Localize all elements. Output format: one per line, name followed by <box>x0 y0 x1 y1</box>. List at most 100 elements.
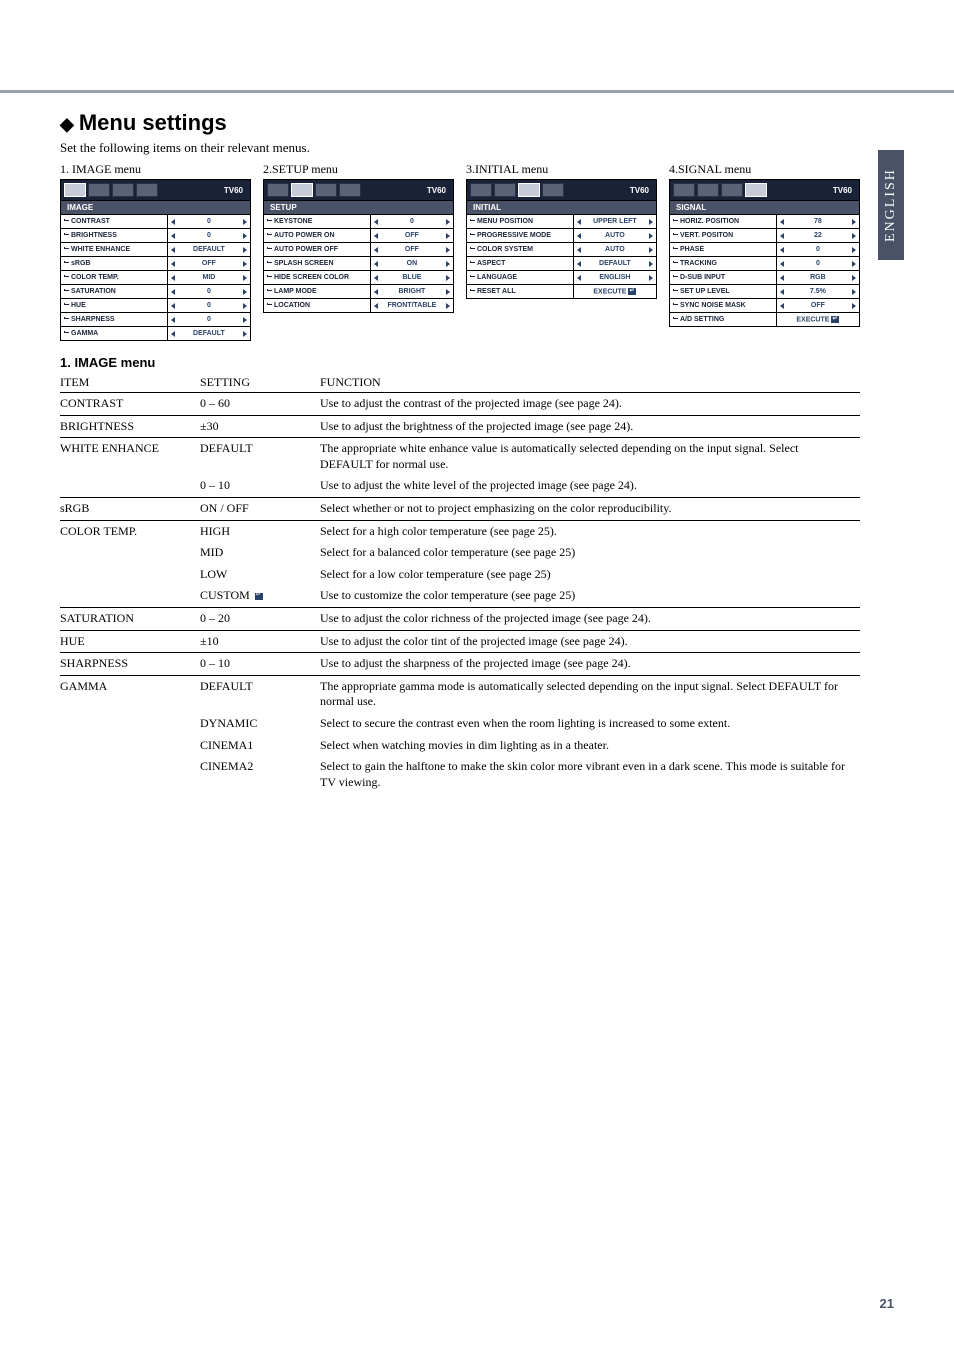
arrow-right-icon[interactable] <box>243 219 247 225</box>
osd-item[interactable]: COLOR TEMP.MID <box>61 270 250 284</box>
osd-item-value[interactable]: 0 <box>167 215 250 228</box>
arrow-right-icon[interactable] <box>243 317 247 323</box>
osd-item[interactable]: HORIZ. POSITION78 <box>670 214 859 228</box>
osd-item[interactable]: sRGBOFF <box>61 256 250 270</box>
osd-item[interactable]: SET UP LEVEL7.5% <box>670 284 859 298</box>
arrow-right-icon[interactable] <box>852 219 856 225</box>
osd-tab-icon[interactable] <box>697 183 719 197</box>
osd-tab-icon[interactable] <box>88 183 110 197</box>
osd-tab-icon[interactable] <box>136 183 158 197</box>
arrow-right-icon[interactable] <box>649 219 653 225</box>
arrow-right-icon[interactable] <box>446 247 450 253</box>
osd-tab-icon[interactable] <box>339 183 361 197</box>
osd-item[interactable]: PHASE0 <box>670 242 859 256</box>
osd-item-value[interactable]: ON <box>370 257 453 270</box>
osd-item[interactable]: PROGRESSIVE MODEAUTO <box>467 228 656 242</box>
osd-item-value[interactable]: 7.5% <box>776 285 859 298</box>
arrow-right-icon[interactable] <box>852 289 856 295</box>
osd-item-value[interactable]: 0 <box>167 299 250 312</box>
osd-item[interactable]: AUTO POWER OFFOFF <box>264 242 453 256</box>
osd-item-value[interactable]: 22 <box>776 229 859 242</box>
osd-item[interactable]: ASPECTDEFAULT <box>467 256 656 270</box>
osd-item-value[interactable]: BLUE <box>370 271 453 284</box>
osd-item[interactable]: SYNC NOISE MASKOFF <box>670 298 859 312</box>
arrow-right-icon[interactable] <box>446 289 450 295</box>
osd-item-value[interactable]: MID <box>167 271 250 284</box>
osd-item-value[interactable]: 0 <box>167 313 250 326</box>
osd-tab-icon[interactable] <box>470 183 492 197</box>
osd-tab-icon[interactable] <box>315 183 337 197</box>
osd-item-value[interactable]: AUTO <box>573 243 656 256</box>
osd-tab-icon[interactable] <box>112 183 134 197</box>
osd-tab-icon[interactable] <box>494 183 516 197</box>
osd-tab-icon[interactable] <box>542 183 564 197</box>
arrow-right-icon[interactable] <box>446 233 450 239</box>
arrow-right-icon[interactable] <box>852 275 856 281</box>
osd-item[interactable]: GAMMADEFAULT <box>61 326 250 340</box>
arrow-right-icon[interactable] <box>243 275 247 281</box>
osd-item-value[interactable]: 0 <box>167 229 250 242</box>
osd-item-value[interactable]: 0 <box>167 285 250 298</box>
osd-item-value[interactable]: AUTO <box>573 229 656 242</box>
osd-item[interactable]: D-SUB INPUTRGB <box>670 270 859 284</box>
arrow-right-icon[interactable] <box>243 303 247 309</box>
arrow-right-icon[interactable] <box>243 289 247 295</box>
osd-item[interactable]: COLOR SYSTEMAUTO <box>467 242 656 256</box>
osd-item-value[interactable]: DEFAULT <box>167 243 250 256</box>
osd-item[interactable]: HIDE SCREEN COLORBLUE <box>264 270 453 284</box>
osd-item-value[interactable]: EXECUTE <box>776 313 859 326</box>
arrow-right-icon[interactable] <box>852 261 856 267</box>
osd-item[interactable]: TRACKING0 <box>670 256 859 270</box>
osd-item-value[interactable]: DEFAULT <box>573 257 656 270</box>
osd-item-value[interactable]: ENGLISH <box>573 271 656 284</box>
arrow-right-icon[interactable] <box>243 233 247 239</box>
osd-item-value[interactable]: 78 <box>776 215 859 228</box>
osd-item-value[interactable]: UPPER LEFT <box>573 215 656 228</box>
osd-item[interactable]: SPLASH SCREENON <box>264 256 453 270</box>
arrow-right-icon[interactable] <box>649 275 653 281</box>
osd-item[interactable]: A/D SETTINGEXECUTE <box>670 312 859 326</box>
osd-tab-icon[interactable] <box>745 183 767 197</box>
osd-item-value[interactable]: 0 <box>370 215 453 228</box>
osd-item-value[interactable]: EXECUTE <box>573 285 656 298</box>
osd-item[interactable]: RESET ALLEXECUTE <box>467 284 656 298</box>
arrow-right-icon[interactable] <box>446 261 450 267</box>
osd-item-value[interactable]: OFF <box>370 243 453 256</box>
osd-item[interactable]: CONTRAST0 <box>61 214 250 228</box>
arrow-right-icon[interactable] <box>446 303 450 309</box>
osd-item-value[interactable]: 0 <box>776 243 859 256</box>
osd-item[interactable]: WHITE ENHANCEDEFAULT <box>61 242 250 256</box>
osd-item[interactable]: HUE0 <box>61 298 250 312</box>
osd-tab-icon[interactable] <box>291 183 313 197</box>
osd-tab-icon[interactable] <box>673 183 695 197</box>
osd-item-value[interactable]: OFF <box>776 299 859 312</box>
osd-tab-icon[interactable] <box>518 183 540 197</box>
osd-item[interactable]: AUTO POWER ONOFF <box>264 228 453 242</box>
arrow-right-icon[interactable] <box>446 219 450 225</box>
osd-item[interactable]: VERT. POSITON22 <box>670 228 859 242</box>
osd-item[interactable]: SHARPNESS0 <box>61 312 250 326</box>
osd-item[interactable]: LAMP MODEBRIGHT <box>264 284 453 298</box>
osd-item[interactable]: LOCATIONFRONT/TABLE <box>264 298 453 312</box>
arrow-right-icon[interactable] <box>852 303 856 309</box>
arrow-right-icon[interactable] <box>649 247 653 253</box>
osd-item-value[interactable]: FRONT/TABLE <box>370 299 453 312</box>
osd-item-value[interactable]: RGB <box>776 271 859 284</box>
osd-tab-icon[interactable] <box>267 183 289 197</box>
arrow-right-icon[interactable] <box>243 261 247 267</box>
osd-item-value[interactable]: OFF <box>167 257 250 270</box>
arrow-right-icon[interactable] <box>852 233 856 239</box>
arrow-right-icon[interactable] <box>649 233 653 239</box>
osd-item-value[interactable]: 0 <box>776 257 859 270</box>
osd-item-value[interactable]: BRIGHT <box>370 285 453 298</box>
arrow-right-icon[interactable] <box>243 331 247 337</box>
osd-tab-icon[interactable] <box>721 183 743 197</box>
osd-item-value[interactable]: DEFAULT <box>167 327 250 340</box>
osd-item[interactable]: MENU POSITIONUPPER LEFT <box>467 214 656 228</box>
osd-item[interactable]: LANGUAGEENGLISH <box>467 270 656 284</box>
osd-item[interactable]: SATURATION0 <box>61 284 250 298</box>
osd-item[interactable]: BRIGHTNESS0 <box>61 228 250 242</box>
arrow-right-icon[interactable] <box>852 247 856 253</box>
arrow-right-icon[interactable] <box>446 275 450 281</box>
arrow-right-icon[interactable] <box>243 247 247 253</box>
